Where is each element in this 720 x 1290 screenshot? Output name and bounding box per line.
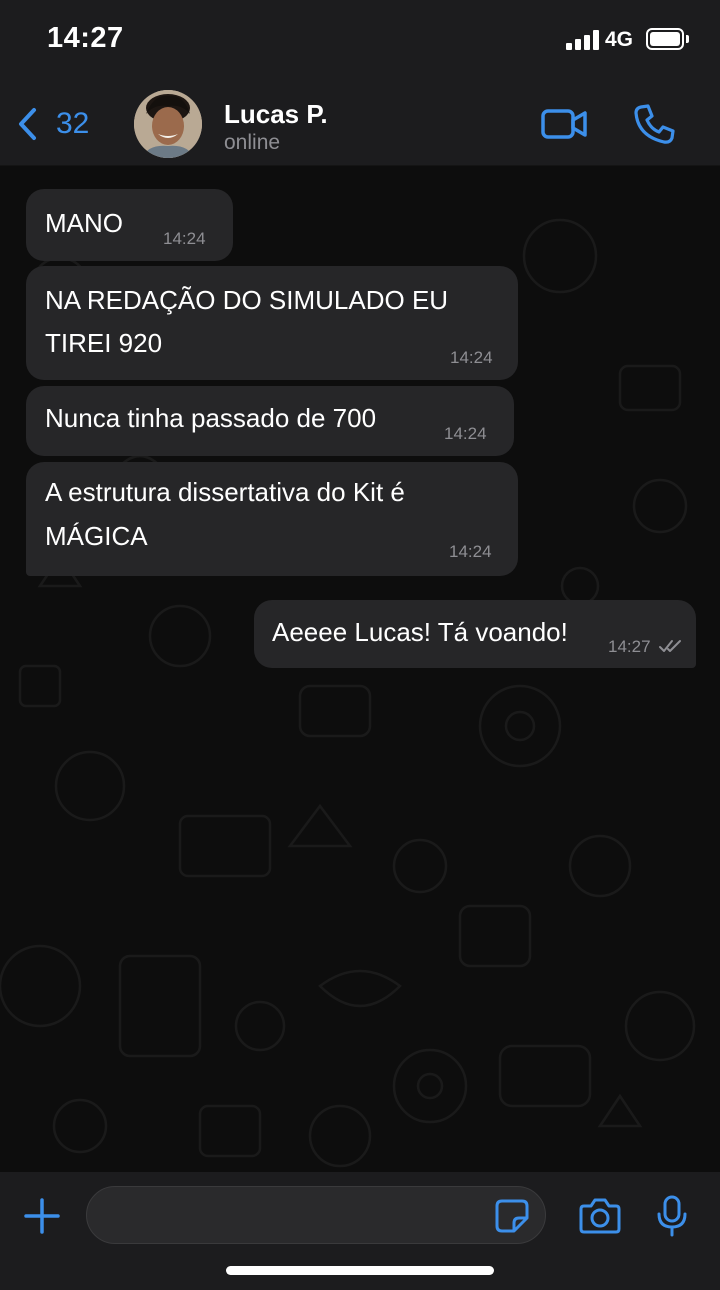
status-time: 14:27: [47, 22, 124, 54]
network-type: 4G: [605, 28, 634, 51]
message-text: Aeeee Lucas! Tá voando!: [272, 617, 568, 647]
status-bar: 14:27 4G: [0, 0, 720, 82]
message-time: 14:24: [163, 229, 206, 248]
chat-area[interactable]: MANO 14:24 NA REDAÇÃO DO SIMULADO EU TIR…: [0, 166, 720, 1172]
plus-icon: [24, 1198, 60, 1234]
sticker-button[interactable]: [494, 1198, 530, 1234]
double-check-icon: [659, 640, 681, 652]
message-time: 14:24: [444, 424, 487, 443]
chevron-left-icon: [19, 108, 36, 140]
phone-icon: [634, 104, 675, 144]
message-text-line: NA REDAÇÃO DO SIMULADO EU: [45, 285, 449, 315]
contact-status: online: [224, 131, 281, 154]
message-text: Nunca tinha passado de 700: [45, 403, 377, 433]
message-composer: [0, 1172, 720, 1290]
message-text-line: TIREI 920: [45, 328, 163, 358]
battery-icon: [646, 28, 684, 50]
voice-message-button[interactable]: [654, 1194, 690, 1238]
home-indicator[interactable]: [226, 1266, 494, 1275]
message-time: 14:24: [449, 542, 492, 561]
unread-count: 32: [56, 107, 90, 140]
message-text-line: A estrutura dissertativa do Kit é: [45, 477, 405, 507]
attach-button[interactable]: [22, 1196, 62, 1236]
message-time: 14:27: [608, 637, 651, 656]
contact-name[interactable]: Lucas P.: [224, 99, 328, 130]
sticker-icon: [495, 1199, 529, 1233]
message-bubble-outgoing[interactable]: Aeeee Lucas! Tá voando! 14:27: [254, 600, 696, 668]
chat-header: 32 Lucas P. online: [0, 82, 720, 166]
message-bubble-incoming[interactable]: Nunca tinha passado de 700 14:24: [26, 386, 514, 456]
voice-call-button[interactable]: [632, 102, 676, 146]
microphone-icon: [657, 1195, 687, 1237]
signal-bars-icon: [566, 30, 600, 50]
message-input[interactable]: [107, 1197, 487, 1235]
message-time: 14:24: [450, 348, 493, 367]
message-text-line: MÁGICA: [45, 521, 148, 551]
message-text: MANO: [45, 208, 123, 238]
avatar[interactable]: [134, 90, 202, 158]
message-input-wrapper[interactable]: [86, 1186, 546, 1244]
video-call-button[interactable]: [540, 102, 590, 146]
back-button[interactable]: 32: [14, 102, 89, 146]
camera-icon: [579, 1198, 621, 1234]
message-bubble-incoming[interactable]: A estrutura dissertativa do Kit é MÁGICA…: [26, 462, 518, 576]
message-bubble-incoming[interactable]: NA REDAÇÃO DO SIMULADO EU TIREI 920 14:2…: [26, 266, 518, 380]
message-bubble-incoming[interactable]: MANO 14:24: [26, 189, 233, 261]
camera-button[interactable]: [578, 1196, 622, 1236]
video-camera-icon: [541, 109, 587, 139]
